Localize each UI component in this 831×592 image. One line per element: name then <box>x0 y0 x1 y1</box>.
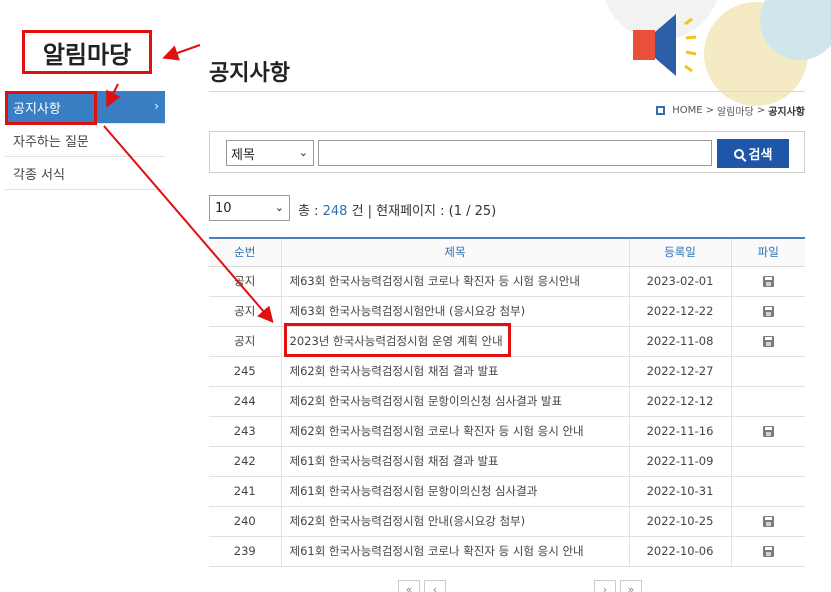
row-date: 2022-11-08 <box>628 326 731 357</box>
table-row: 242 제61회 한국사능력검정시험 채점 결과 발표 2022-11-09 <box>209 446 805 477</box>
search-field-selected: 제목 <box>231 147 255 163</box>
row-file <box>730 326 805 357</box>
sidebar-item-forms[interactable]: 각종 서식 <box>5 157 165 190</box>
annotation-highlight-box <box>5 91 97 125</box>
floppy-disk-icon[interactable] <box>762 306 774 317</box>
pager-next-button[interactable]: › <box>594 580 616 592</box>
notice-table: 순번 제목 등록일 파일 공지 제63회 한국사능력검정시험 코로나 확진자 등 … <box>209 237 805 567</box>
search-field-select[interactable]: 제목 ⌄ <box>226 140 314 166</box>
row-number: 공지 <box>209 326 281 357</box>
search-button[interactable]: 검색 <box>717 139 789 168</box>
row-number: 245 <box>209 356 281 387</box>
search-bar: 제목 ⌄ 검색 <box>209 131 805 173</box>
row-number: 241 <box>209 476 281 507</box>
row-date: 2022-11-09 <box>628 446 731 477</box>
floppy-disk-icon[interactable] <box>762 276 774 287</box>
row-title-link[interactable]: 제62회 한국사능력검정시험 코로나 확진자 등 시험 응시 안내 <box>280 416 629 447</box>
megaphone-icon <box>633 14 697 76</box>
row-number: 240 <box>209 506 281 537</box>
row-date: 2022-11-16 <box>628 416 731 447</box>
table-row: 244 제62회 한국사능력검정시험 문항이의신청 심사결과 발표 2022-12-… <box>209 386 805 417</box>
floppy-disk-icon[interactable] <box>762 516 774 527</box>
table-row: 243 제62회 한국사능력검정시험 코로나 확진자 등 시험 응시 안내 2022… <box>209 416 805 447</box>
table-row: 240 제62회 한국사능력검정시험 안내(응시요강 첨부) 2022-10-25 <box>209 506 805 537</box>
page-title: 공지사항 <box>209 61 290 86</box>
chevron-right-icon: › <box>154 99 159 113</box>
row-title-link[interactable]: 제61회 한국사능력검정시험 코로나 확진자 등 시험 응시 안내 <box>280 536 629 567</box>
row-date: 2023-02-01 <box>628 266 731 297</box>
sidebar-item-label: 각종 서식 <box>13 167 65 183</box>
row-file <box>730 386 805 417</box>
table-row: 245 제62회 한국사능력검정시험 채점 결과 발표 2022-12-27 <box>209 356 805 387</box>
row-title-link[interactable]: 제62회 한국사능력검정시험 채점 결과 발표 <box>280 356 629 387</box>
table-row: 241 제61회 한국사능력검정시험 문항이의신청 심사결과 2022-10-31 <box>209 476 805 507</box>
row-file <box>730 536 805 567</box>
column-header-file: 파일 <box>730 238 805 267</box>
total-count: 248 <box>322 204 348 219</box>
row-file <box>730 446 805 477</box>
row-title-link[interactable]: 제61회 한국사능력검정시험 문항이의신청 심사결과 <box>280 476 629 507</box>
row-number: 공지 <box>209 266 281 297</box>
total-prefix: 총 : <box>298 204 323 219</box>
search-input[interactable] <box>318 140 712 166</box>
sidebar-item-label: 자주하는 질문 <box>13 134 89 150</box>
divider <box>209 91 805 92</box>
row-title-link[interactable]: 제63회 한국사능력검정시험안내 (응시요강 첨부) <box>280 296 629 327</box>
row-date: 2022-12-27 <box>628 356 731 387</box>
chevron-down-icon: ⌄ <box>274 201 284 214</box>
row-file <box>730 416 805 447</box>
row-file <box>730 266 805 297</box>
search-icon <box>733 148 744 159</box>
row-title-link[interactable]: 제62회 한국사능력검정시험 문항이의신청 심사결과 발표 <box>280 386 629 417</box>
column-header-no: 순번 <box>209 238 281 267</box>
row-title-link[interactable]: 제62회 한국사능력검정시험 안내(응시요강 첨부) <box>280 506 629 537</box>
row-date: 2022-10-31 <box>628 476 731 507</box>
table-row: 239 제61회 한국사능력검정시험 코로나 확진자 등 시험 응시 안내 2022… <box>209 536 805 567</box>
column-header-title: 제목 <box>280 238 629 267</box>
row-file <box>730 476 805 507</box>
floppy-disk-icon[interactable] <box>762 426 774 437</box>
breadcrumb-separator: > <box>705 105 714 116</box>
floppy-disk-icon[interactable] <box>762 546 774 557</box>
table-row: 공지 제63회 한국사능력검정시험 코로나 확진자 등 시험 응시안내 2023-0… <box>209 266 805 297</box>
column-header-date: 등록일 <box>628 238 731 267</box>
sidebar-item-faq[interactable]: 자주하는 질문 <box>5 124 165 157</box>
row-number: 243 <box>209 416 281 447</box>
row-number: 239 <box>209 536 281 567</box>
page-size-select[interactable]: 10 ⌄ <box>209 195 290 221</box>
floppy-disk-icon[interactable] <box>762 336 774 347</box>
pager-last-button[interactable]: » <box>620 580 642 592</box>
row-date: 2022-10-06 <box>628 536 731 567</box>
row-number: 공지 <box>209 296 281 327</box>
row-date: 2022-12-12 <box>628 386 731 417</box>
breadcrumb: HOME > 알림마당 > 공지사항 <box>656 103 805 118</box>
breadcrumb-current: 공지사항 <box>768 107 805 118</box>
breadcrumb-section[interactable]: 알림마당 <box>717 103 754 118</box>
row-file <box>730 356 805 387</box>
pager-prev-button[interactable]: ‹ <box>424 580 446 592</box>
table-row: 공지 제63회 한국사능력검정시험안내 (응시요강 첨부) 2022-12-22 <box>209 296 805 327</box>
row-date: 2022-10-25 <box>628 506 731 537</box>
page-size-value: 10 <box>215 200 232 216</box>
search-button-label: 검색 <box>748 148 773 163</box>
row-file <box>730 506 805 537</box>
total-info: 총 : 248 건 | 현재페이지 : (1 / 25) <box>298 200 496 219</box>
pager-first-button[interactable]: « <box>398 580 420 592</box>
row-number: 242 <box>209 446 281 477</box>
annotation-arrow <box>162 44 201 61</box>
annotation-title-box: 알림마당 <box>22 30 152 74</box>
total-suffix: 건 | 현재페이지 : (1 / 25) <box>347 204 497 219</box>
row-file <box>730 296 805 327</box>
breadcrumb-separator: > <box>756 105 766 116</box>
home-icon <box>656 106 666 115</box>
row-date: 2022-12-22 <box>628 296 731 327</box>
row-number: 244 <box>209 386 281 417</box>
breadcrumb-home[interactable]: HOME <box>672 105 702 116</box>
row-title-link[interactable]: 제63회 한국사능력검정시험 코로나 확진자 등 시험 응시안내 <box>280 266 629 297</box>
row-title-link[interactable]: 제61회 한국사능력검정시험 채점 결과 발표 <box>280 446 629 477</box>
annotation-highlight-box <box>284 323 511 357</box>
chevron-down-icon: ⌄ <box>298 146 308 159</box>
table-header-row: 순번 제목 등록일 파일 <box>209 238 805 267</box>
